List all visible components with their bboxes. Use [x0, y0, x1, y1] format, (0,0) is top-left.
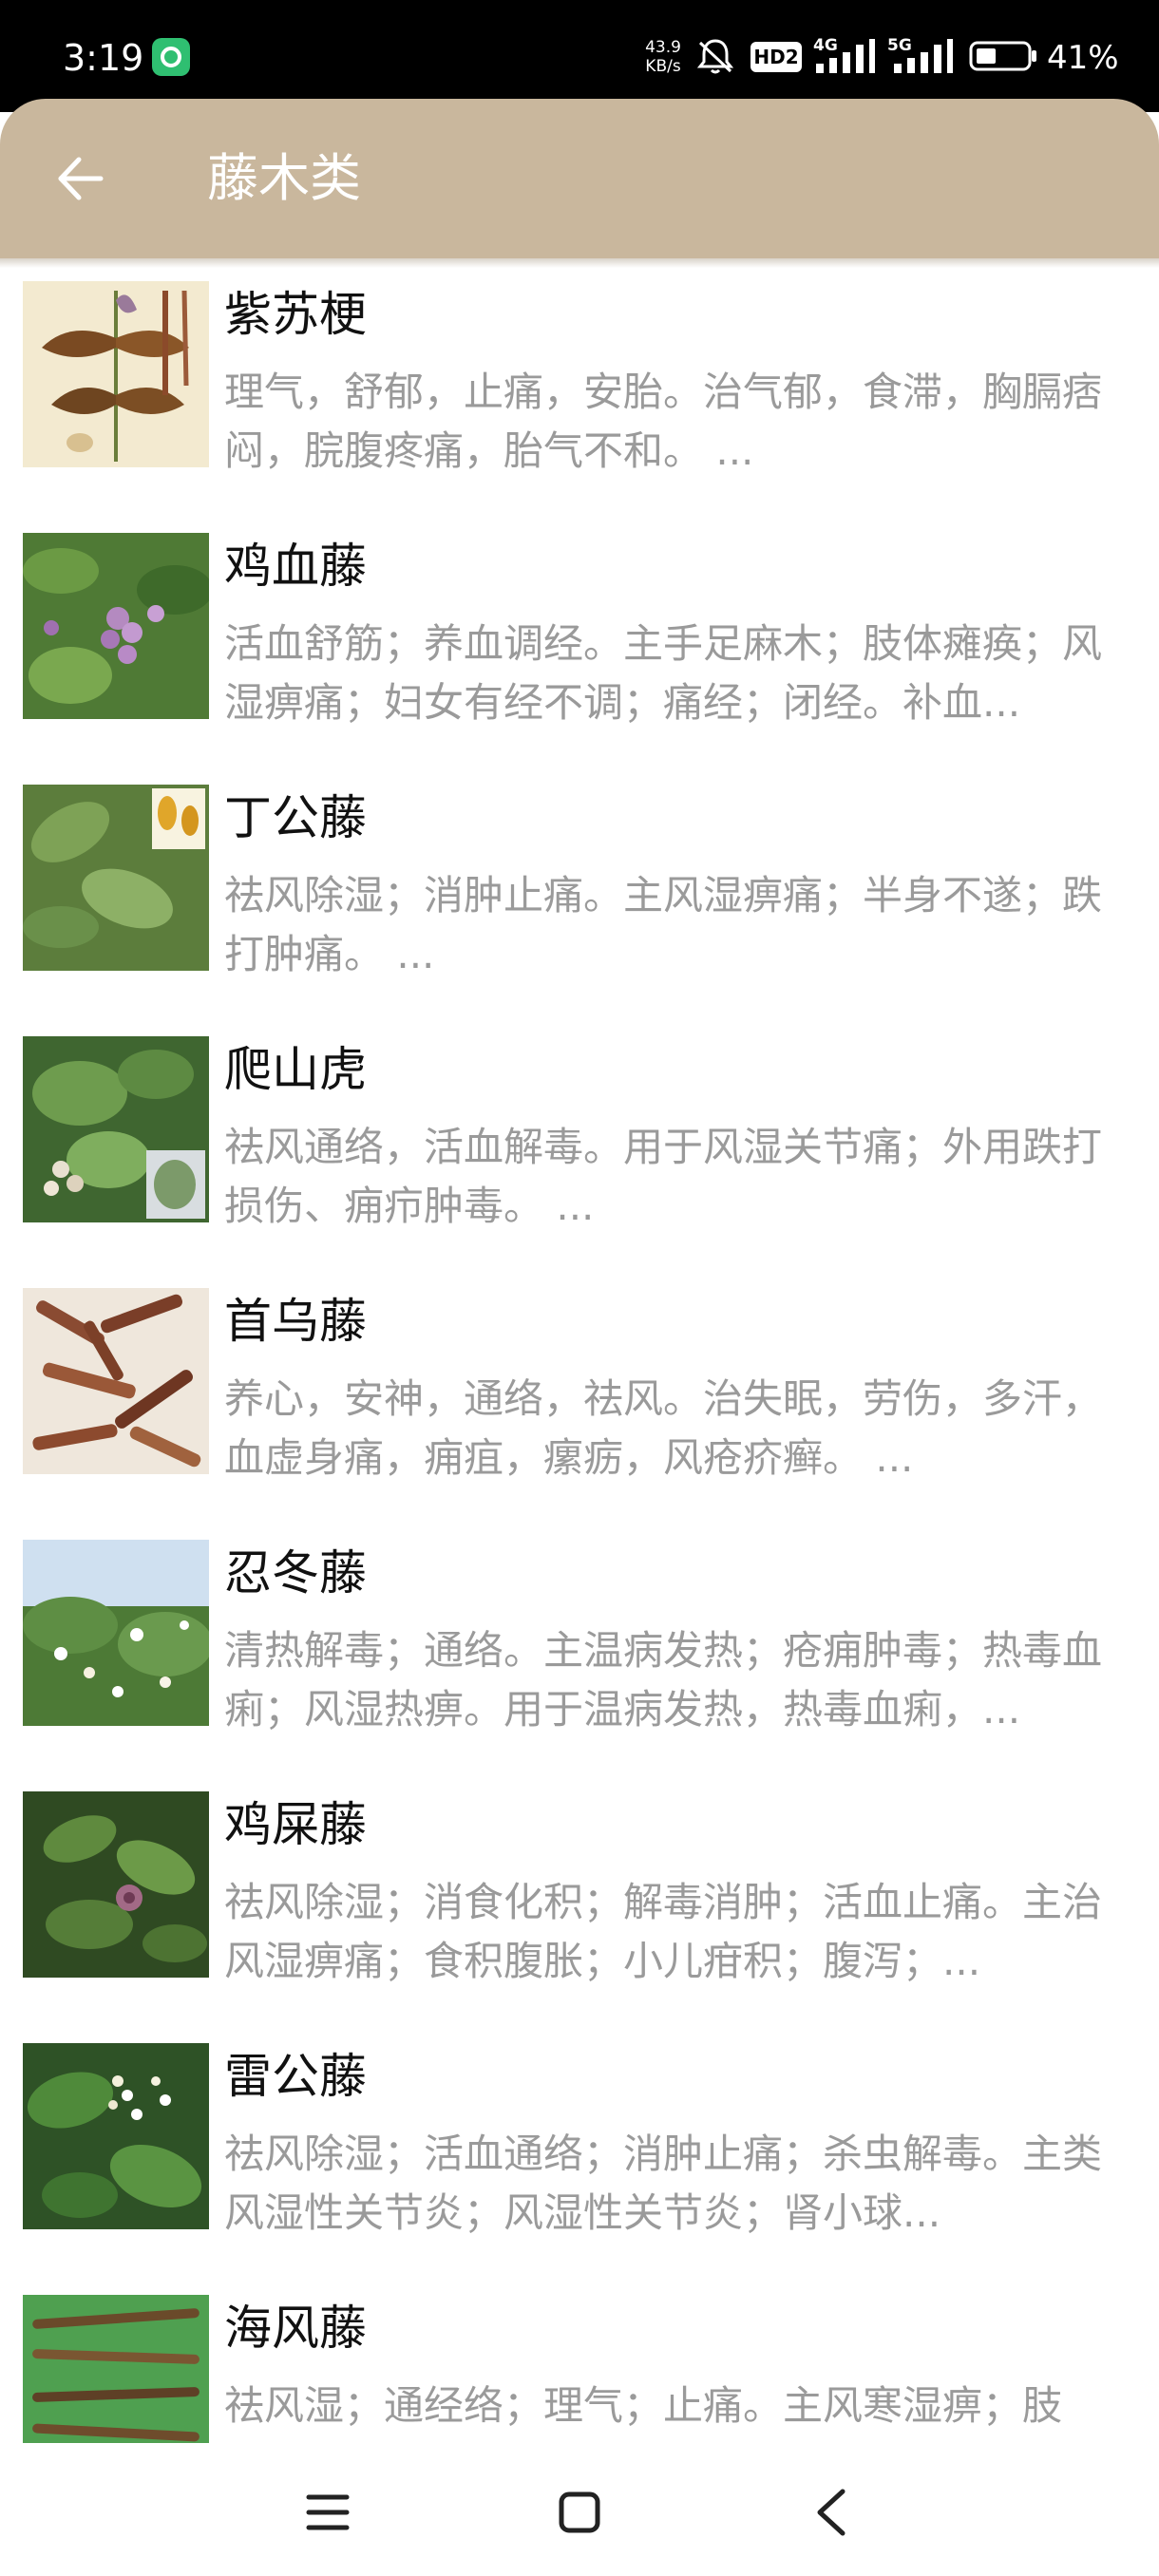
back-button[interactable] — [42, 141, 118, 217]
herb-name: 忍冬藤 — [224, 1545, 367, 1601]
list-item[interactable]: 首乌藤 养心，安神，通络，祛风。治失眠，劳伤，多汗，血虚身痛，痈疽，瘰疬，风疮疥… — [0, 1275, 1159, 1526]
herb-description: 清热解毒；通络。主温病发热；疮痈肿毒；热毒血痢；风湿热痹。用于温病发热，热毒血痢… — [224, 1627, 1103, 1733]
herb-description: 祛风湿；通经络；理气；止痛。主风寒湿痹；肢 — [224, 2382, 1063, 2429]
herb-description: 活血舒筋；养血调经。主手足麻木；肢体瘫痪；风湿痹痛；妇女有经不调；痛经；闭经。补… — [224, 620, 1103, 726]
list-item[interactable]: 雷公藤 祛风除湿；活血通络；消肿止痛；杀虫解毒。主类风湿性关节炎；风湿性关节炎；… — [0, 2030, 1159, 2282]
list-item[interactable]: 鸡屎藤 祛风除湿；消食化积；解毒消肿；活血止痛。主治风湿痹痛；食积腹胀；小儿疳积… — [0, 1778, 1159, 2030]
herb-description: 理气，舒郁，止痛，安胎。治气郁，食滞，胸膈痞闷，脘腹疼痛，胎气不和。 ... — [224, 369, 1103, 474]
nav-back-button[interactable] — [788, 2470, 874, 2555]
nav-menu-button[interactable] — [285, 2470, 370, 2555]
network-speed-unit: KB/s — [645, 57, 681, 76]
herb-name: 雷公藤 — [224, 2049, 367, 2104]
app-bar: 藤木类 — [0, 99, 1159, 258]
herb-name: 鸡屎藤 — [224, 1797, 367, 1852]
signal-5g-icon — [887, 34, 956, 78]
herb-name: 首乌藤 — [224, 1294, 367, 1349]
herb-thumbnail — [23, 281, 209, 467]
herb-name: 鸡血藤 — [224, 539, 367, 594]
herb-thumbnail — [23, 785, 209, 971]
status-bar: 3:19 43.9 KB/s HD2 4G 5G 41% — [0, 0, 1159, 112]
herb-thumbnail — [23, 1791, 209, 1978]
battery-icon — [967, 34, 1043, 78]
herb-description: 祛风除湿；活血通络；消肿止痛；杀虫解毒。主类风湿性关节炎；风湿性关节炎；肾小球.… — [224, 2131, 1103, 2236]
signal-4g-icon — [811, 34, 878, 78]
network-speed-value: 43.9 — [645, 38, 681, 57]
herb-list[interactable]: 紫苏梗 理气，舒郁，止痛，安胎。治气郁，食滞，胸膈痞闷，脘腹疼痛，胎气不和。 .… — [0, 268, 1159, 2443]
herb-description: 养心，安神，通络，祛风。治失眠，劳伤，多汗，血虚身痛，痈疽，瘰疬，风疮疥癣。 .… — [224, 1375, 1103, 1481]
system-nav-bar — [0, 2443, 1159, 2576]
herb-thumbnail — [23, 1540, 209, 1726]
herb-description: 祛风除湿；消肿止痛。主风湿痹痛；半身不遂；跌打肿痛。 ... — [224, 872, 1103, 977]
list-item[interactable]: 爬山虎 祛风通络，活血解毒。用于风湿关节痛；外用跌打损伤、痈疖肿毒。 ... — [0, 1023, 1159, 1275]
list-item[interactable]: 丁公藤 祛风除湿；消肿止痛。主风湿痹痛；半身不遂；跌打肿痛。 ... — [0, 771, 1159, 1023]
arrow-left-icon — [58, 157, 104, 200]
herb-thumbnail — [23, 533, 209, 719]
alarm-off-icon — [694, 34, 737, 78]
hd-voice-badge: HD2 — [750, 42, 802, 72]
menu-icon — [306, 2494, 350, 2530]
home-square-icon — [559, 2491, 600, 2533]
network-speed: 43.9 KB/s — [635, 38, 692, 76]
herb-name: 丁公藤 — [224, 790, 367, 845]
herb-name: 紫苏梗 — [224, 287, 367, 342]
chevron-left-icon — [817, 2489, 846, 2536]
herb-thumbnail — [23, 2043, 209, 2229]
list-item[interactable]: 鸡血藤 活血舒筋；养血调经。主手足麻木；肢体瘫痪；风湿痹痛；妇女有经不调；痛经；… — [0, 520, 1159, 771]
list-item[interactable]: 海风藤 祛风湿；通经络；理气；止痛。主风寒湿痹；肢 — [0, 2282, 1159, 2443]
list-item[interactable]: 紫苏梗 理气，舒郁，止痛，安胎。治气郁，食滞，胸膈痞闷，脘腹疼痛，胎气不和。 .… — [0, 268, 1159, 520]
herb-description: 祛风通络，活血解毒。用于风湿关节痛；外用跌打损伤、痈疖肿毒。 ... — [224, 1124, 1103, 1229]
herb-thumbnail — [23, 1036, 209, 1222]
herb-thumbnail — [23, 2295, 209, 2443]
herb-description: 祛风除湿；消食化积；解毒消肿；活血止痛。主治风湿痹痛；食积腹胀；小儿疳积；腹泻；… — [224, 1879, 1103, 1984]
status-time: 3:19 — [63, 37, 144, 79]
app-notification-icon — [152, 38, 190, 76]
list-item[interactable]: 忍冬藤 清热解毒；通络。主温病发热；疮痈肿毒；热毒血痢；风湿热痹。用于温病发热，… — [0, 1526, 1159, 1778]
battery-percent: 41% — [1047, 39, 1119, 77]
app-bar-shadow — [0, 258, 1159, 268]
herb-thumbnail — [23, 1288, 209, 1474]
herb-name: 爬山虎 — [224, 1042, 367, 1097]
nav-home-button[interactable] — [537, 2470, 622, 2555]
page-title: 藤木类 — [207, 148, 361, 208]
herb-name: 海风藤 — [224, 2301, 367, 2356]
